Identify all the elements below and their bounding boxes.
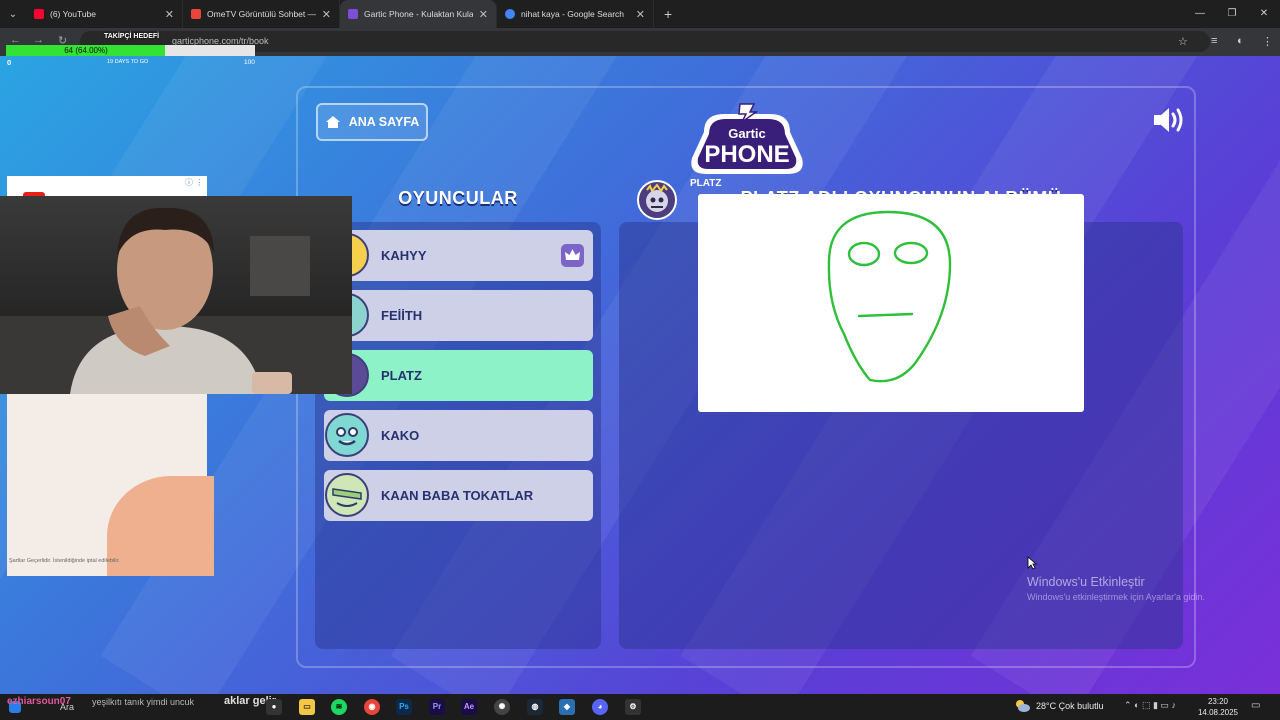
follower-goal-overlay: TAKİPÇİ HEDEFİ 64 (64.00%) 0 19 DAYS TO …	[6, 33, 256, 69]
chatgpt-icon[interactable]: ✺	[494, 699, 510, 715]
tab-google-search[interactable]: nihat kaya - Google Search ✕	[497, 0, 654, 28]
settings-gear-icon[interactable]: ⚙	[625, 699, 641, 715]
window-controls: — ❐ ✕	[1184, 0, 1280, 28]
album-avatar	[637, 180, 677, 220]
windows-activate-subtitle: Windows'u etkinleştirmek için Ayarlar'a …	[1027, 592, 1205, 602]
ometv-icon	[191, 9, 201, 19]
player-item-kaan-baba-tokatlar[interactable]: KAAN BABA TOKATLAR	[324, 470, 593, 521]
album-player-name: PLATZ	[690, 178, 722, 189]
weather-text[interactable]: 28°C Çok bulutlu	[1036, 701, 1104, 711]
players-panel: KAHYY FEİİTH PLATZ KAKO KAAN BABA TOKATL…	[315, 222, 601, 649]
home-button-label: ANA SAYFA	[348, 115, 420, 129]
google-icon	[505, 9, 515, 19]
close-window-button[interactable]: ✕	[1248, 0, 1280, 28]
avatar	[325, 473, 369, 517]
player-name: KAAN BABA TOKATLAR	[381, 488, 534, 503]
svg-text:Gartic: Gartic	[728, 126, 766, 141]
tab-title: OmeTV Görüntülü Sohbet — O	[207, 9, 316, 19]
chrome-icon[interactable]: ◉	[364, 699, 380, 715]
ad-decoration	[107, 476, 214, 576]
tab-gartic-phone[interactable]: Gartic Phone - Kulaktan Kulağa ✕	[340, 0, 497, 28]
tab-search-button[interactable]: ⌄	[0, 0, 26, 28]
spotify-icon[interactable]: ≋	[331, 699, 347, 715]
after-effects-icon[interactable]: Ae	[461, 699, 477, 715]
drawing-canvas	[698, 194, 1084, 412]
streamer-image	[0, 207, 352, 394]
menu-icon[interactable]: ⋮	[1262, 35, 1273, 48]
player-name: FEİİTH	[381, 308, 423, 323]
goal-progress-text: 64 (64.00%)	[64, 46, 108, 55]
tab-bar: ⌄ (6) YouTube ✕ OmeTV Görüntülü Sohbet —…	[0, 0, 1280, 28]
bookmark-star-icon[interactable]: ☆	[1178, 35, 1188, 48]
weather-cloud-icon	[1016, 700, 1030, 712]
minimize-button[interactable]: —	[1184, 0, 1216, 28]
goal-progress-bar: 64 (64.00%)	[6, 45, 255, 56]
restore-button[interactable]: ❐	[1216, 0, 1248, 28]
goal-days: 19 DAYS TO GO	[107, 59, 149, 65]
home-button[interactable]: ANA SAYFA	[316, 103, 428, 141]
media-icon[interactable]: ≡	[1211, 35, 1217, 47]
player-item-platz[interactable]: PLATZ	[324, 350, 593, 401]
steam-icon[interactable]: ◍	[527, 699, 543, 715]
discord-icon[interactable]: ◕	[592, 699, 608, 715]
tab-title: Gartic Phone - Kulaktan Kulağa	[364, 9, 473, 19]
player-name: KAHYY	[381, 248, 427, 263]
close-icon[interactable]: ✕	[479, 8, 488, 21]
goal-max: 100	[244, 59, 255, 66]
time: 23:20	[1207, 697, 1229, 706]
drawing	[827, 210, 952, 383]
clock[interactable]: 23:20 14.08.2025	[1194, 696, 1242, 718]
notification-icon[interactable]: ▭	[1251, 700, 1260, 711]
close-icon[interactable]: ✕	[165, 8, 174, 21]
player-item-kahyy[interactable]: KAHYY	[324, 230, 593, 281]
players-heading: OYUNCULAR	[398, 188, 518, 208]
tab-title: nihat kaya - Google Search	[521, 9, 625, 19]
gartic-phone-logo: Gartic PHONE	[691, 103, 803, 174]
player-item-kako[interactable]: KAKO	[324, 410, 593, 461]
tab-ometv[interactable]: OmeTV Görüntülü Sohbet — O ✕	[183, 0, 340, 28]
svg-text:PHONE: PHONE	[704, 141, 789, 168]
player-name: PLATZ	[381, 368, 422, 383]
app-icon-2[interactable]: ◆	[559, 699, 575, 715]
tab-youtube[interactable]: (6) YouTube ✕	[26, 0, 183, 28]
close-icon[interactable]: ✕	[636, 8, 645, 21]
close-icon[interactable]: ✕	[322, 8, 331, 21]
new-tab-button[interactable]: +	[664, 6, 672, 22]
system-tray[interactable]: ⌃ ◐ ⬚ ▮ ▭ ♪	[1124, 700, 1176, 711]
sound-icon[interactable]	[1152, 106, 1186, 134]
ad-header	[7, 176, 207, 202]
crown-icon	[561, 244, 584, 267]
date: 14.08.2025	[1197, 708, 1239, 717]
file-explorer-icon[interactable]: ▭	[299, 699, 315, 715]
goal-min: 0	[7, 58, 12, 67]
tab-title: (6) YouTube	[50, 9, 96, 19]
chat-username: ezhiarsoun07	[7, 696, 71, 707]
avatar	[325, 413, 369, 457]
home-icon	[325, 116, 340, 128]
app-icon[interactable]: ●	[266, 699, 282, 715]
windows-activate-title: Windows'u Etkinleştir	[1027, 575, 1145, 589]
player-name: KAKO	[381, 428, 420, 443]
ad-info-icon[interactable]: ⓘ ⋮	[185, 177, 203, 188]
mouse-cursor-icon	[1027, 556, 1037, 570]
webcam-overlay	[0, 196, 352, 394]
premiere-icon[interactable]: Pr	[429, 699, 445, 715]
player-item-feiith[interactable]: FEİİTH	[324, 290, 593, 341]
gartic-icon	[348, 9, 358, 19]
profile-icon[interactable]: ◐	[1237, 35, 1244, 47]
goal-title: TAKİPÇİ HEDEFİ	[104, 33, 160, 40]
ad-footer: Şartlar Geçerlidir. İstenildiğinde iptal…	[9, 558, 120, 564]
photoshop-icon[interactable]: Ps	[396, 699, 412, 715]
chat-message: yeşilkıtı tanık yimdi uncuk	[92, 697, 195, 707]
youtube-icon	[34, 9, 44, 19]
